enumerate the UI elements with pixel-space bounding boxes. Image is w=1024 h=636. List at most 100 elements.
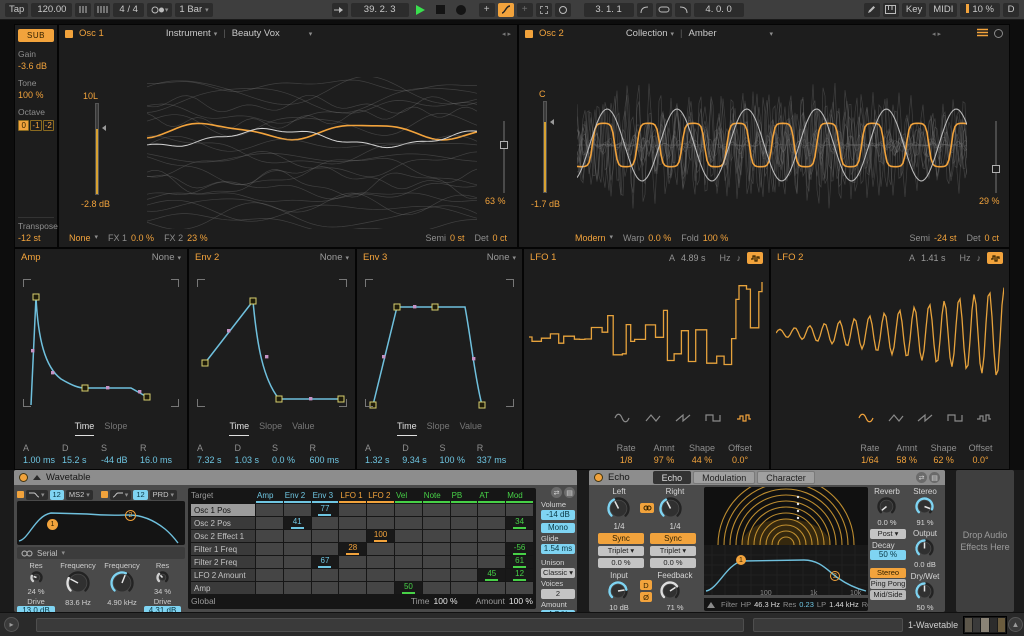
env-mod-select[interactable]: None ▾ — [152, 252, 181, 263]
matrix-cell[interactable] — [367, 582, 394, 594]
nudge-down-button[interactable] — [75, 2, 92, 17]
reenable-automation-button[interactable]: + — [516, 2, 533, 17]
matrix-cell[interactable]: 28 — [339, 543, 367, 555]
matrix-cell[interactable] — [450, 582, 478, 594]
matrix-cell[interactable] — [256, 517, 283, 529]
matrix-cell[interactable] — [478, 530, 506, 542]
left-sync-mode-select[interactable]: Triplet ▾ — [598, 546, 644, 556]
matrix-cell[interactable] — [506, 582, 533, 594]
stereo-width-value[interactable]: 91 % — [908, 518, 942, 527]
echo-tunnel-display[interactable] — [704, 487, 868, 545]
octave-minus1-button[interactable]: -1 — [30, 120, 42, 131]
draw-mode-button[interactable] — [863, 2, 880, 17]
clip-thumbnail[interactable] — [963, 616, 1007, 634]
osc1-semi[interactable]: Semi 0 st — [425, 233, 464, 243]
matrix-cell[interactable] — [478, 543, 506, 555]
note-sync-toggle[interactable]: ♪ — [737, 253, 742, 263]
left-offset-field[interactable]: 0.0 % — [598, 558, 644, 568]
decay-value[interactable]: 9.34 s — [402, 455, 439, 465]
osc1-position-slider[interactable] — [500, 121, 508, 193]
glide-field[interactable]: 1.54 ms — [541, 544, 575, 554]
matrix-cell[interactable] — [311, 569, 339, 581]
overdub-button[interactable]: + — [478, 2, 495, 17]
stereo-link-button[interactable] — [640, 503, 654, 513]
feedback-value[interactable]: 71 % — [652, 603, 698, 612]
filter-routing-select[interactable]: Serial ▾ — [17, 547, 185, 559]
lfo-attack-value[interactable]: 1.41 s — [921, 253, 946, 263]
matrix-cell[interactable] — [256, 582, 283, 594]
show-detail-view-button[interactable]: ▲ — [1008, 617, 1023, 632]
sustain-value[interactable]: 100 % — [440, 455, 477, 465]
matrix-cell[interactable]: 34 — [506, 517, 533, 529]
tab-time[interactable]: Time — [74, 421, 95, 436]
punch-out-button[interactable] — [674, 2, 691, 17]
matrix-target-row[interactable]: Filter 2 Freq — [191, 556, 255, 568]
triangle-wave-icon[interactable] — [645, 412, 661, 427]
lp-filter-node[interactable]: 2 — [830, 571, 840, 581]
matrix-cell[interactable] — [256, 504, 283, 516]
right-offset-field[interactable]: 0.0 % — [650, 558, 696, 568]
osc2-fold[interactable]: Fold 100 % — [681, 233, 728, 243]
osc1-fx1[interactable]: FX 1 0.0 % — [108, 233, 154, 243]
tab-slope[interactable]: Slope — [259, 421, 282, 436]
tab-time[interactable]: Time — [396, 421, 417, 436]
punch-in-button[interactable] — [636, 2, 653, 17]
matrix-cell[interactable] — [311, 543, 339, 555]
matrix-cell[interactable] — [256, 543, 283, 555]
osc1-fx2[interactable]: FX 2 23 % — [164, 233, 208, 243]
matrix-cell[interactable] — [450, 543, 478, 555]
hot-swap-icon[interactable]: ⇄ — [551, 487, 562, 498]
matrix-target-row[interactable]: Filter 1 Freq — [191, 543, 255, 555]
filter2-frequency-knob[interactable] — [109, 570, 135, 598]
quantization-menu[interactable]: 1 Bar ▾ — [175, 2, 213, 17]
square-wave-icon[interactable] — [947, 412, 963, 427]
matrix-cell[interactable] — [394, 504, 422, 516]
midi-map-button[interactable]: MIDI — [929, 2, 958, 17]
rate-value[interactable]: 1/64 — [851, 455, 888, 465]
mid-side-mode-button[interactable]: Mid/Side — [870, 590, 906, 600]
matrix-cell[interactable] — [506, 504, 533, 516]
record-button[interactable] — [455, 4, 466, 15]
tab-modulation[interactable]: Modulation — [693, 471, 756, 484]
osc2-semi[interactable]: Semi -24 st — [909, 233, 956, 243]
matrix-cell[interactable] — [256, 530, 283, 542]
matrix-cell[interactable] — [367, 569, 394, 581]
osc1-position-value[interactable]: 63 % — [485, 196, 506, 206]
matrix-cell[interactable] — [256, 569, 283, 581]
reverb-knob[interactable] — [876, 496, 897, 519]
tone-value[interactable]: 100 % — [18, 90, 54, 100]
metronome-button[interactable]: ▾ — [146, 2, 173, 17]
matrix-cell[interactable] — [478, 504, 506, 516]
matrix-cell[interactable] — [422, 569, 450, 581]
loop-button[interactable] — [655, 2, 672, 17]
filter2-res-knob[interactable] — [155, 570, 170, 587]
env2-plot[interactable] — [193, 267, 351, 419]
voices-field[interactable]: 2 — [541, 589, 575, 599]
matrix-target-row[interactable]: Osc 1 Pos — [191, 504, 255, 516]
gain-value[interactable]: -3.6 dB — [18, 61, 54, 71]
offset-value[interactable]: 0.0° — [721, 455, 759, 465]
lfo1-waveform[interactable] — [529, 271, 764, 411]
filter2-type-select[interactable]: PRD ▾ — [149, 489, 178, 500]
matrix-cell[interactable]: 50 — [394, 582, 422, 594]
matrix-target-row[interactable]: LFO 2 Amount — [191, 569, 255, 581]
phase-invert-button[interactable]: Ø — [640, 592, 652, 602]
release-value[interactable]: 16.0 ms — [140, 455, 179, 465]
loop-length-field[interactable]: 4. 0. 0 — [693, 2, 744, 17]
sustain-value[interactable]: 0.0 % — [272, 455, 310, 465]
stereo-mode-button[interactable]: Stereo — [870, 568, 906, 578]
matrix-cell[interactable] — [394, 517, 422, 529]
matrix-cell[interactable]: 77 — [311, 504, 339, 516]
matrix-cell[interactable] — [367, 504, 394, 516]
osc1-enable-checkbox[interactable] — [65, 29, 73, 38]
global-time-value[interactable]: 100 % — [433, 596, 457, 606]
osc1-category-select[interactable]: Instrument ▾ — [166, 28, 217, 39]
matrix-cell[interactable] — [283, 569, 311, 581]
matrix-cell[interactable] — [422, 504, 450, 516]
filter2-node[interactable]: 2 — [125, 510, 136, 521]
filter1-enable-checkbox[interactable] — [17, 491, 24, 498]
filter1-res-knob[interactable] — [29, 570, 44, 587]
right-delay-value[interactable]: 1/4 — [652, 522, 698, 531]
sub-oscillator-button[interactable]: SUB — [18, 29, 54, 42]
mono-button[interactable]: Mono — [541, 523, 575, 533]
